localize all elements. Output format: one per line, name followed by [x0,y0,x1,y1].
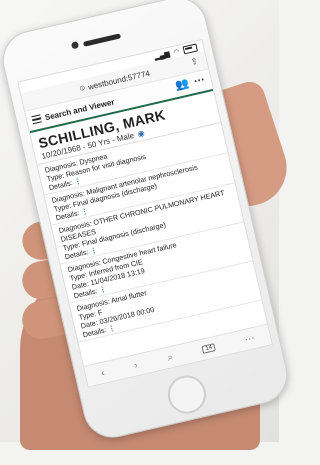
back-icon[interactable]: ‹ [100,367,106,378]
more-options-icon[interactable]: ⋯ [192,72,206,87]
globe-icon[interactable]: ◉ [137,128,146,138]
more-icon[interactable]: ⋯ [244,333,256,346]
lock-icon: ⊙ [78,84,87,93]
tabs-button[interactable]: 14 [201,343,216,354]
care-team-icon[interactable]: 👥 [174,76,190,92]
search-icon[interactable]: ⌕ [166,351,174,363]
tree-icon[interactable]: ⋮ [89,245,98,255]
tree-icon[interactable]: ⋮ [98,284,107,294]
share-icon[interactable]: ⇪ [190,56,200,68]
phone-screen: ▂▄▆ ◠ ⊙ westbound:57774 ⇪ Search and Vie… [17,38,273,388]
forward-icon[interactable]: › [133,360,139,371]
tree-icon[interactable]: ⋮ [73,176,82,186]
home-button[interactable] [164,371,210,418]
menu-icon[interactable] [31,114,43,125]
tree-icon[interactable]: ⋮ [80,206,89,216]
front-camera [70,41,80,50]
wifi-icon: ◠ [172,47,181,57]
earpiece-speaker [82,33,122,47]
tree-icon[interactable]: ⋮ [107,323,116,333]
